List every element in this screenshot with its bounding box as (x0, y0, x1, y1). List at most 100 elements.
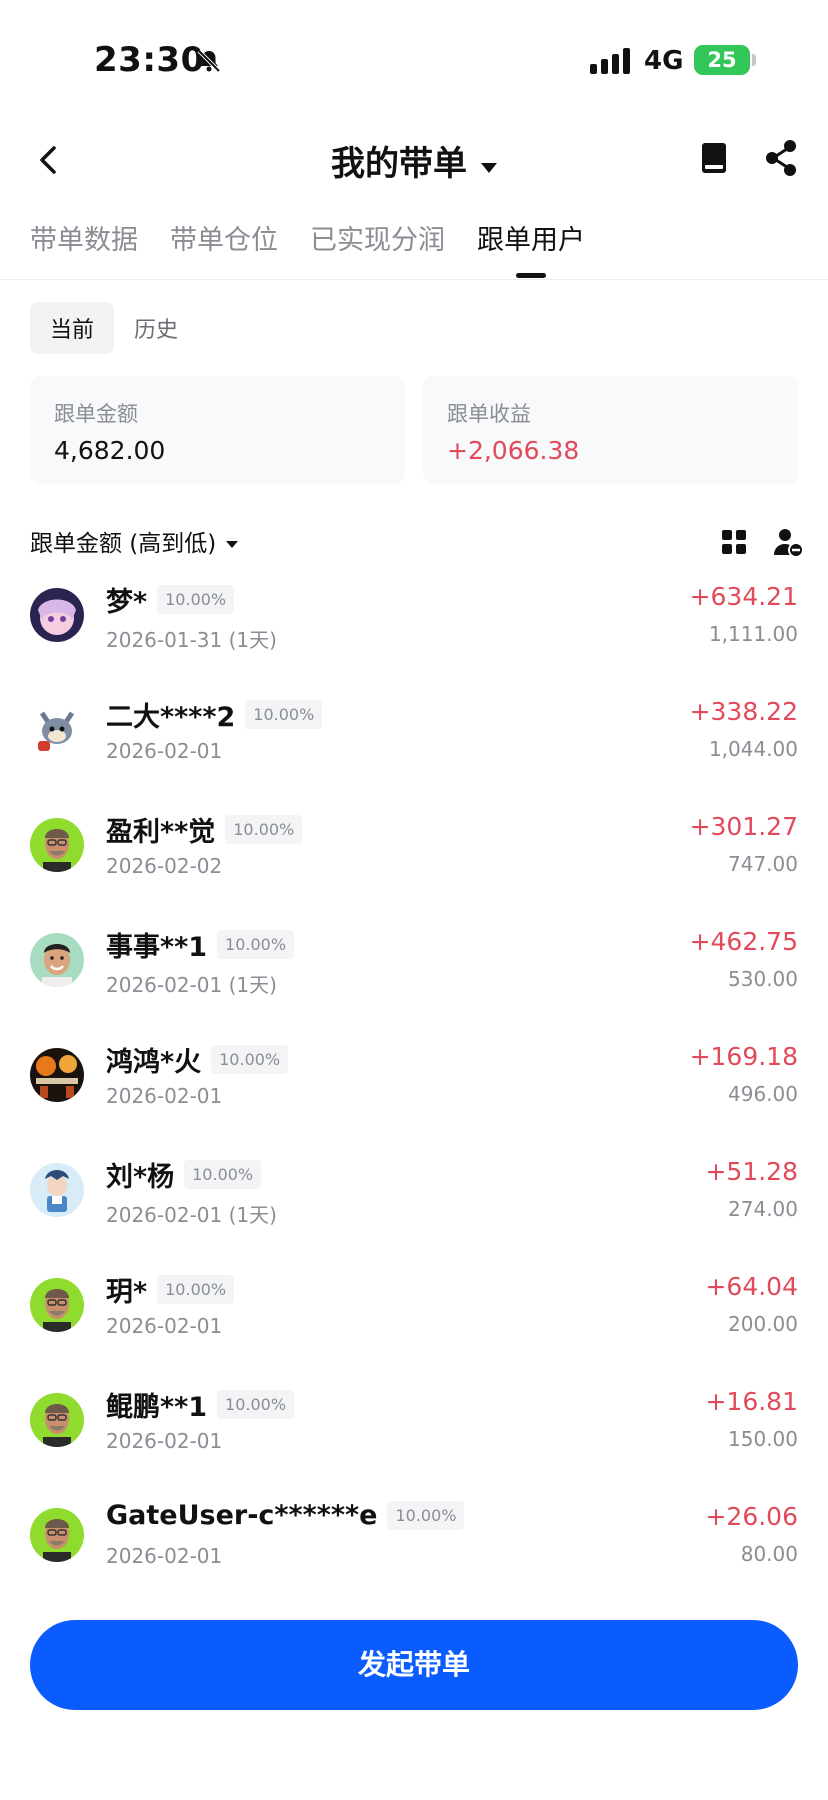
man-green-bg-avatar (30, 818, 84, 872)
man-green-bg-avatar (30, 1393, 84, 1447)
user-remove-icon[interactable] (772, 526, 804, 558)
network-type: 4G (644, 46, 684, 76)
follow-date: 2026-02-01 (106, 739, 223, 763)
man-green-bg-avatar (30, 1508, 84, 1562)
follower-profit: +26.06 (705, 1502, 798, 1531)
status-bar: 23:30 4G 25 (0, 0, 828, 120)
list-item[interactable]: 鸿鸿*火 10.00% 2026-02-01 +169.18 496.00 (30, 1036, 798, 1151)
ratio-badge: 10.00% (387, 1501, 465, 1530)
follow-date: 2026-02-01 (1天) (106, 973, 277, 997)
list-item[interactable]: 鲲鹏**1 10.00% 2026-02-01 +16.81 150.00 (30, 1381, 798, 1496)
segment-history[interactable]: 历史 (114, 302, 198, 354)
list-item[interactable]: 事事**1 10.00% 2026-02-01 (1天) +462.75 530… (30, 921, 798, 1036)
ratio-badge: 10.00% (211, 1045, 289, 1074)
follower-profit: +51.28 (705, 1157, 798, 1186)
sort-row: 跟单金额 (高到低) (30, 524, 804, 564)
man-green-bg-avatar (30, 1278, 84, 1332)
start-leading-button[interactable]: 发起带单 (30, 1620, 798, 1710)
follower-profit: +301.27 (689, 812, 798, 841)
fire-scene-avatar (30, 1048, 84, 1102)
book-icon[interactable] (696, 140, 732, 176)
copy-amount-value: 4,682.00 (54, 436, 166, 465)
mute-bell-icon (197, 49, 221, 73)
ratio-badge: 10.00% (157, 585, 235, 614)
anime-girl-avatar (30, 588, 84, 642)
list-item[interactable]: 梦* 10.00% 2026-01-31 (1天) +634.21 1,111.… (30, 576, 798, 691)
follower-profit: +462.75 (689, 927, 798, 956)
ratio-badge: 10.00% (217, 930, 295, 959)
follower-profit: +16.81 (705, 1387, 798, 1416)
ratio-badge: 10.00% (157, 1275, 235, 1304)
name-line: 二大****2 10.00% (106, 695, 323, 734)
ratio-badge: 10.00% (245, 700, 323, 729)
user-name: 玥* (106, 1277, 148, 1308)
caret-down-icon (226, 541, 239, 548)
copy-profit-label: 跟单收益 (447, 402, 531, 426)
divider (0, 279, 828, 280)
follower-amount: 200.00 (728, 1312, 798, 1336)
copy-profit-card: 跟单收益 +2,066.38 (423, 376, 798, 484)
follow-date: 2026-02-01 (106, 1544, 223, 1568)
ratio-badge: 10.00% (217, 1390, 295, 1419)
share-icon[interactable] (762, 138, 800, 178)
user-name: 鲲鹏**1 (106, 1392, 208, 1423)
follow-date: 2026-02-01 (106, 1429, 223, 1453)
follower-amount: 747.00 (728, 852, 798, 876)
follow-date: 2026-02-01 (106, 1084, 223, 1108)
tab-copy-users[interactable]: 跟单用户 (477, 218, 585, 282)
user-name: 梦* (106, 587, 148, 618)
name-line: 玥* 10.00% (106, 1270, 235, 1309)
follower-amount: 1,111.00 (708, 622, 798, 646)
grid-view-icon[interactable] (720, 528, 748, 556)
follow-date: 2026-02-01 (1天) (106, 1203, 277, 1227)
user-name: 事事**1 (106, 932, 208, 963)
signal-icon (590, 48, 630, 74)
header: 我的带单 (0, 120, 828, 200)
follower-profit: +634.21 (689, 582, 798, 611)
follower-amount: 1,044.00 (708, 737, 798, 761)
tab-leading-positions[interactable]: 带单仓位 (170, 218, 278, 282)
tab-leading-data[interactable]: 带单数据 (30, 218, 138, 282)
ratio-badge: 10.00% (225, 815, 303, 844)
follower-amount: 274.00 (728, 1197, 798, 1221)
follow-date: 2026-01-31 (1天) (106, 628, 277, 652)
sort-dropdown[interactable]: 跟单金额 (高到低) (30, 531, 239, 557)
follower-amount: 80.00 (740, 1542, 798, 1566)
name-line: GateUser-c******e 10.00% (106, 1500, 465, 1531)
ratio-badge: 10.00% (184, 1160, 262, 1189)
list-item[interactable]: 二大****2 10.00% 2026-02-01 +338.22 1,044.… (30, 691, 798, 806)
segment-current[interactable]: 当前 (30, 302, 115, 354)
follower-profit: +64.04 (705, 1272, 798, 1301)
tab-realized-profit-share[interactable]: 已实现分润 (310, 218, 445, 282)
segmented-control: 当前 历史 (30, 302, 198, 354)
copy-profit-value: +2,066.38 (447, 436, 580, 465)
follow-date: 2026-02-02 (106, 854, 223, 878)
follower-profit: +338.22 (689, 697, 798, 726)
summary-cards: 跟单金额 4,682.00 跟单收益 +2,066.38 (30, 376, 798, 484)
caret-down-icon (481, 162, 497, 173)
list-item[interactable]: 盈利**觉 10.00% 2026-02-02 +301.27 747.00 (30, 806, 798, 921)
name-line: 盈利**觉 10.00% (106, 810, 303, 849)
smiling-man-avatar (30, 933, 84, 987)
battery-level: 25 (707, 48, 737, 72)
cartoon-cat-avatar (30, 703, 84, 757)
sort-label: 跟单金额 (高到低) (30, 531, 217, 557)
page-title: 我的带单 (331, 144, 467, 184)
follow-date: 2026-02-01 (106, 1314, 223, 1338)
name-line: 梦* 10.00% (106, 580, 235, 619)
list-item[interactable]: GateUser-c******e 10.00% 2026-02-01 +26.… (30, 1496, 798, 1611)
list-item[interactable]: 刘*杨 10.00% 2026-02-01 (1天) +51.28 274.00 (30, 1151, 798, 1266)
user-name: 刘*杨 (106, 1162, 175, 1193)
user-name: 盈利**觉 (106, 817, 216, 848)
copy-amount-label: 跟单金额 (54, 402, 138, 426)
follower-amount: 150.00 (728, 1427, 798, 1451)
user-name: 二大****2 (106, 702, 236, 733)
name-line: 事事**1 10.00% (106, 925, 295, 964)
list-item[interactable]: 玥* 10.00% 2026-02-01 +64.04 200.00 (30, 1266, 798, 1381)
tab-bar: 带单数据 带单仓位 已实现分润 跟单用户 (30, 218, 585, 282)
name-line: 鸿鸿*火 10.00% (106, 1040, 289, 1079)
name-line: 刘*杨 10.00% (106, 1155, 262, 1194)
status-time: 23:30 (94, 40, 205, 80)
follower-profit: +169.18 (689, 1042, 798, 1071)
copy-amount-card: 跟单金额 4,682.00 (30, 376, 405, 484)
